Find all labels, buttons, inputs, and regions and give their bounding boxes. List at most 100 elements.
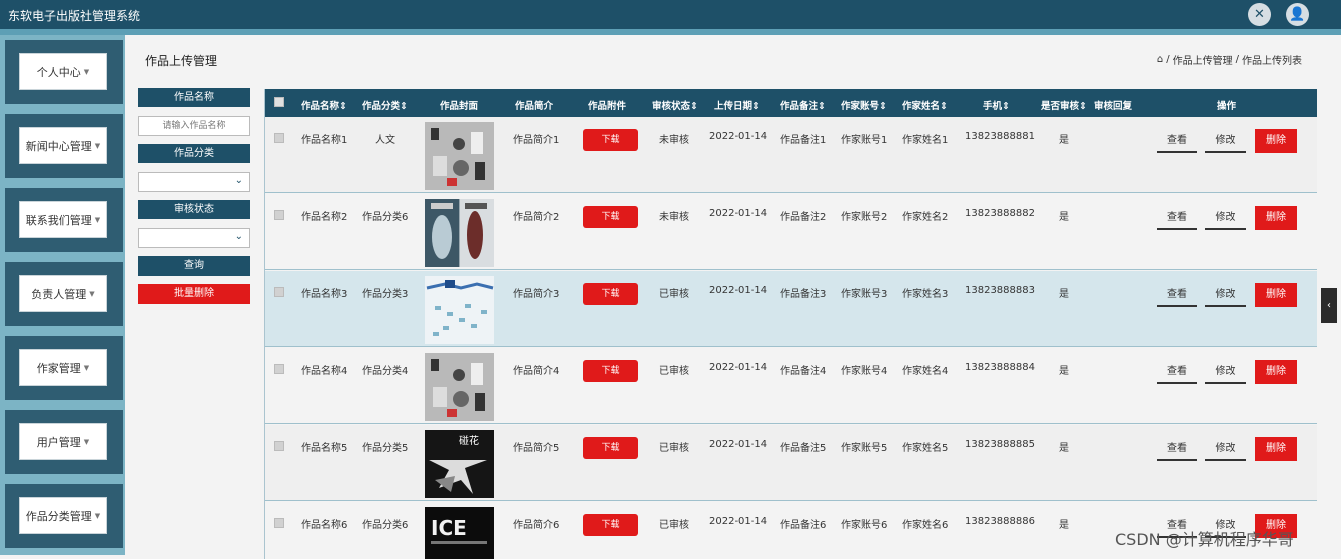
chevron-down-icon: ▼ [94, 511, 101, 520]
cell-phone: 13823888886 [965, 516, 1035, 527]
cell-audited: 是 [1059, 212, 1069, 223]
cover-image [425, 122, 494, 190]
col-date[interactable]: 上传日期⇕ [714, 98, 760, 112]
delete-button[interactable]: 删除 [1255, 437, 1297, 461]
sidebar-item-contact[interactable]: 联系我们管理 ▼ [5, 188, 123, 252]
search-input[interactable]: 请输入作品名称 [138, 116, 250, 136]
table-row: 作品名称4 作品分类4 作品简介4 下载 已审核 2022-01-14 作品备注… [265, 348, 1317, 424]
cell-date: 2022-01-14 [709, 362, 768, 373]
sidebar-item-label: 个人中心 [36, 65, 81, 79]
cover-image: ICE [425, 507, 494, 559]
cell-phone: 13823888885 [965, 439, 1035, 450]
sidebar-item-manager[interactable]: 负责人管理 ▼ [5, 262, 123, 326]
cell-date: 2022-01-14 [709, 516, 768, 527]
cell-category: 作品分类4 [362, 366, 409, 377]
edit-button[interactable]: 修改 [1205, 283, 1246, 307]
status-select[interactable]: ⌄ [138, 228, 250, 248]
delete-button[interactable]: 删除 [1255, 360, 1297, 384]
cell-status: 未审核 [659, 135, 689, 146]
cell-remark: 作品备注1 [780, 135, 827, 146]
view-button[interactable]: 查看 [1157, 206, 1197, 230]
view-button[interactable]: 查看 [1157, 129, 1197, 153]
view-button[interactable]: 查看 [1157, 360, 1197, 384]
cover-image: 碰花 [425, 430, 494, 498]
cell-status: 已审核 [659, 366, 689, 377]
edit-button[interactable]: 修改 [1205, 206, 1246, 230]
row-checkbox[interactable] [274, 364, 284, 374]
row-checkbox[interactable] [274, 210, 284, 220]
col-remark[interactable]: 作品备注⇕ [780, 98, 826, 112]
breadcrumb: ⌂ / 作品上传管理 / 作品上传列表 [1157, 52, 1302, 67]
cell-date: 2022-01-14 [709, 208, 768, 219]
category-select[interactable]: ⌄ [138, 172, 250, 192]
view-button[interactable]: 查看 [1157, 283, 1197, 307]
cell-audited: 是 [1059, 135, 1069, 146]
sidebar-item-label: 联系我们管理 [25, 213, 92, 227]
row-checkbox[interactable] [274, 133, 284, 143]
cover-image [425, 276, 494, 344]
chevron-down-icon: ▼ [89, 289, 95, 298]
cell-date: 2022-01-14 [709, 131, 768, 142]
edit-button[interactable]: 修改 [1205, 129, 1246, 153]
cell-status: 已审核 [659, 289, 689, 300]
row-checkbox[interactable] [274, 287, 284, 297]
user-icon[interactable]: 👤 [1286, 3, 1309, 26]
filter-name-label: 作品名称 [138, 88, 250, 107]
breadcrumb-level1[interactable]: 作品上传管理 [1173, 52, 1233, 67]
sidebar-item-label: 作家管理 [36, 361, 81, 375]
download-button[interactable]: 下载 [583, 514, 638, 536]
sidebar: 个人中心 ▼ 新闻中心管理 ▼ 联系我们管理 ▼ 负责人管理 ▼ 作家管理 ▼ 用户管理 ▼… [0, 35, 125, 555]
cell-intro: 作品简介3 [513, 289, 560, 300]
cell-audited: 是 [1059, 520, 1069, 531]
cell-category: 作品分类6 [362, 212, 409, 223]
delete-button[interactable]: 删除 [1255, 129, 1297, 153]
sidebar-item-news[interactable]: 新闻中心管理 ▼ [5, 114, 123, 178]
cell-category: 作品分类3 [362, 289, 409, 300]
col-author[interactable]: 作家姓名⇕ [902, 98, 948, 112]
sidebar-item-author[interactable]: 作家管理 ▼ [5, 336, 123, 400]
row-checkbox[interactable] [274, 518, 284, 528]
delete-button[interactable]: 删除 [1255, 283, 1297, 307]
download-button[interactable]: 下载 [583, 129, 638, 151]
download-button[interactable]: 下载 [583, 206, 638, 228]
cell-remark: 作品备注5 [780, 443, 827, 454]
col-category[interactable]: 作品分类⇕ [362, 98, 408, 112]
col-account[interactable]: 作家账号⇕ [841, 98, 887, 112]
cell-phone: 13823888882 [965, 208, 1035, 219]
batch-delete-button[interactable]: 批量删除 [138, 284, 250, 304]
download-button[interactable]: 下载 [583, 437, 638, 459]
chevron-down-icon: ▼ [83, 67, 90, 76]
col-phone[interactable]: 手机⇕ [983, 98, 1010, 112]
col-name[interactable]: 作品名称⇕ [301, 98, 347, 112]
delete-button[interactable]: 删除 [1255, 206, 1297, 230]
cell-intro: 作品简介5 [513, 443, 560, 454]
cell-author: 作家姓名1 [902, 135, 949, 146]
cell-category: 作品分类5 [362, 443, 409, 454]
view-button[interactable]: 查看 [1157, 437, 1197, 461]
filter-category-label: 作品分类 [138, 144, 250, 163]
cell-status: 已审核 [659, 443, 689, 454]
download-button[interactable]: 下载 [583, 283, 638, 305]
home-icon[interactable]: ⌂ [1157, 54, 1163, 65]
cell-account: 作家账号4 [841, 366, 888, 377]
search-button[interactable]: 查询 [138, 256, 250, 276]
cell-author: 作家姓名2 [902, 212, 949, 223]
sidebar-item-category[interactable]: 作品分类管理 ▼ [5, 484, 123, 548]
select-all-checkbox[interactable] [274, 97, 284, 107]
table-row: 作品名称1 人文 作品简介1 下载 未审核 2022-01-14 作品备注1 作… [265, 117, 1317, 193]
col-intro: 作品简介 [515, 101, 554, 112]
edit-button[interactable]: 修改 [1205, 437, 1246, 461]
cell-phone: 13823888883 [965, 285, 1035, 296]
download-button[interactable]: 下载 [583, 360, 638, 382]
row-checkbox[interactable] [274, 441, 284, 451]
expand-icon[interactable]: ✕ [1248, 3, 1271, 26]
side-panel-toggle[interactable]: ‹ [1321, 288, 1337, 323]
edit-button[interactable]: 修改 [1205, 360, 1246, 384]
col-audited[interactable]: 是否审核⇕ [1041, 98, 1087, 112]
sidebar-item-users[interactable]: 用户管理 ▼ [5, 410, 123, 474]
col-status[interactable]: 审核状态⇕ [652, 98, 698, 112]
sidebar-item-personal-center[interactable]: 个人中心 ▼ [5, 40, 123, 104]
breadcrumb-separator: / [1235, 54, 1239, 65]
cell-phone: 13823888881 [965, 131, 1035, 142]
cell-intro: 作品简介4 [513, 366, 560, 377]
